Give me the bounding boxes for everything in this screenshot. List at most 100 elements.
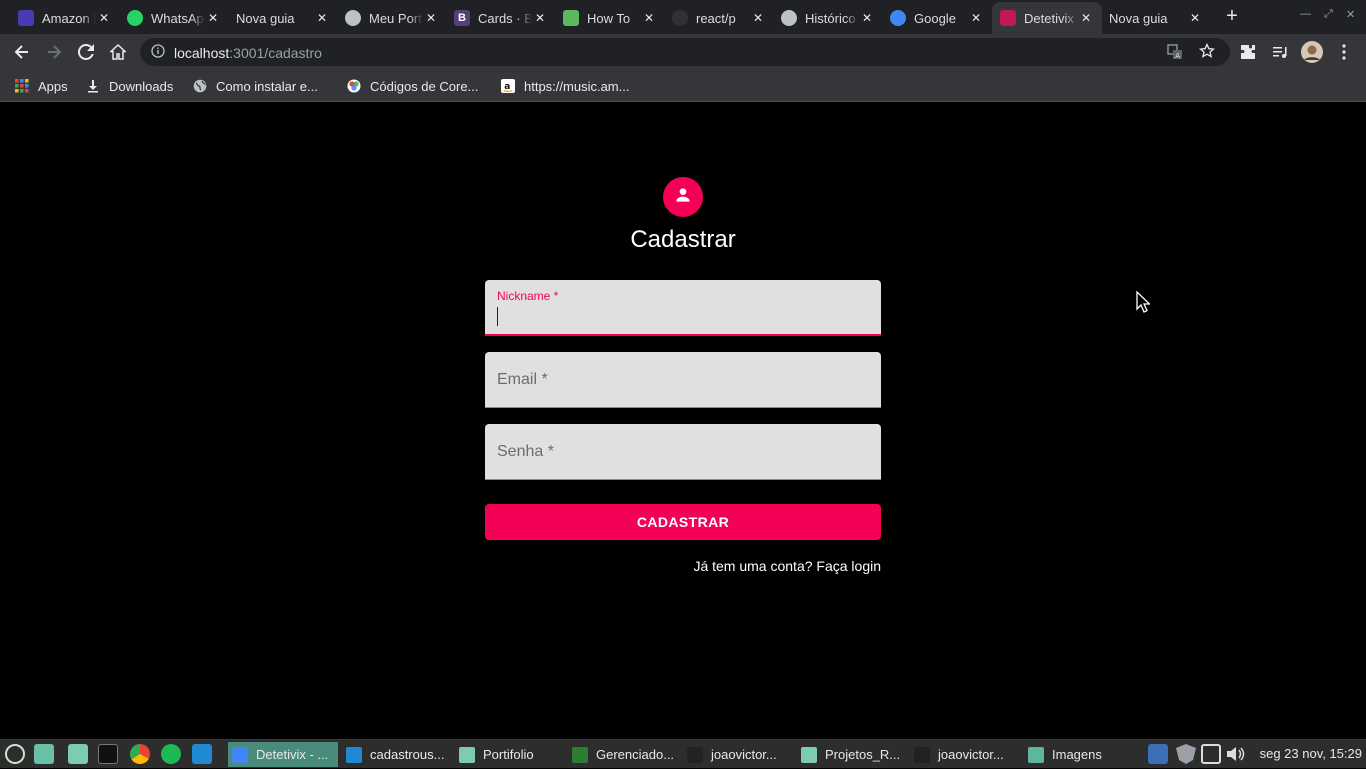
tab-title: Detetivix — [1024, 10, 1074, 26]
shield-icon[interactable] — [1176, 744, 1196, 764]
browser-menu-icon[interactable] — [1332, 40, 1356, 64]
taskbar-window[interactable]: Projetos_R... — [797, 742, 907, 767]
terminal-icon[interactable] — [98, 744, 118, 764]
tab-close-icon[interactable]: ✕ — [205, 11, 221, 25]
taskbar-window[interactable]: Portifolio — [455, 742, 565, 767]
taskbar-window[interactable]: Detetivix - ... — [228, 742, 338, 767]
browser-tab[interactable]: Detetivix ✕ — [992, 2, 1102, 34]
window-app-icon — [346, 746, 362, 763]
tab-close-icon[interactable]: ✕ — [314, 11, 330, 25]
taskbar-window[interactable]: Imagens — [1024, 742, 1114, 767]
download-icon — [85, 78, 101, 94]
tab-close-icon[interactable]: ✕ — [859, 11, 875, 25]
bookmark-label: https://music.am... — [524, 78, 630, 94]
taskbar-window[interactable]: joaovictor... — [910, 742, 1020, 767]
senha-field[interactable]: Senha * — [485, 424, 881, 480]
tab-close-icon[interactable]: ✕ — [1187, 11, 1203, 25]
forward-icon[interactable] — [42, 40, 66, 64]
tab-close-icon[interactable]: ✕ — [1078, 11, 1094, 25]
spotify-icon[interactable] — [161, 744, 181, 764]
vscode-icon[interactable] — [192, 744, 212, 764]
tab-close-icon[interactable]: ✕ — [423, 11, 439, 25]
site-info-icon[interactable] — [151, 44, 165, 63]
tab-favicon-icon — [1000, 10, 1016, 26]
tab-close-icon[interactable]: ✕ — [532, 11, 548, 25]
taskbar-window-label: Imagens — [1052, 747, 1102, 762]
home-icon[interactable] — [106, 40, 130, 64]
linux-mint-menu-icon[interactable] — [5, 744, 25, 764]
login-link[interactable]: Já tem uma conta? Faça login — [693, 558, 881, 574]
tab-close-icon[interactable]: ✕ — [750, 11, 766, 25]
browser-tab[interactable]: Amazon Music✕ — [10, 2, 120, 34]
nickname-field[interactable]: Nickname * — [485, 280, 881, 336]
window-app-icon — [232, 746, 248, 763]
window-app-icon — [914, 746, 930, 763]
taskbar-window[interactable]: Gerenciado... — [568, 742, 680, 767]
taskbar-window-label: Projetos_R... — [825, 747, 901, 762]
amazon-icon: a — [500, 78, 516, 94]
browser-tab[interactable]: How To ✕ — [555, 2, 665, 34]
address-bar[interactable]: localhost:3001/cadastro A — [140, 38, 1230, 66]
bookmark-label: Downloads — [109, 78, 174, 94]
browser-tab[interactable]: react/p ✕ — [664, 2, 774, 34]
window-app-icon — [459, 746, 475, 763]
new-tab-button[interactable]: + — [1222, 6, 1242, 26]
translate-icon[interactable]: A — [1167, 44, 1183, 65]
browser-tab[interactable]: Nova guia ✕ — [228, 2, 338, 34]
show-desktop-icon[interactable] — [34, 744, 54, 764]
tray-window-icon[interactable] — [1201, 744, 1221, 764]
tab-favicon-icon — [18, 10, 34, 26]
bookmark-apps[interactable]: Apps — [14, 77, 68, 95]
window-app-icon — [801, 746, 817, 763]
chrome-icon[interactable] — [130, 744, 150, 764]
tab-title: Cards · Bootstrap — [478, 10, 532, 26]
tab-title: react/p — [696, 10, 736, 26]
svg-text:A: A — [1175, 52, 1180, 60]
tab-close-icon[interactable]: ✕ — [96, 11, 112, 25]
taskbar-window[interactable]: joaovictor... — [683, 742, 793, 767]
tab-title: Google — [914, 10, 956, 26]
email-field[interactable]: Email * — [485, 352, 881, 408]
browser-tab-strip: Amazon Music✕WhatsApp✕Nova guia✕Meu Port… — [0, 0, 1366, 34]
tab-close-icon[interactable]: ✕ — [641, 11, 657, 25]
browser-tab[interactable]: Meu Portfolio✕ — [337, 2, 447, 34]
browser-tab[interactable]: Nova guia ✕ — [1101, 2, 1211, 34]
back-icon[interactable] — [10, 40, 34, 64]
bookmark-music-amazon[interactable]: a https://music.am... — [500, 77, 629, 95]
tab-title: How To — [587, 10, 631, 26]
extensions-icon[interactable] — [1236, 40, 1260, 64]
tab-favicon-icon — [563, 10, 579, 26]
browser-tab[interactable]: WhatsApp ✕ — [119, 2, 229, 34]
bookmark-codigos-de-cores[interactable]: Códigos de Core... — [346, 77, 478, 95]
tray-network-icon[interactable] — [1148, 744, 1168, 764]
cadastrar-button[interactable]: CADASTRAR — [485, 504, 881, 540]
media-control-icon[interactable] — [1268, 40, 1292, 64]
url-host: localhost — [174, 45, 230, 61]
minimize-icon[interactable]: — — [1300, 8, 1311, 20]
reload-icon[interactable] — [74, 40, 98, 64]
file-manager-icon[interactable] — [68, 744, 88, 764]
bookmarks-bar: Apps Downloads Como instalar e... Código… — [0, 70, 1366, 102]
profile-avatar[interactable] — [1300, 40, 1324, 64]
taskbar-window[interactable]: cadastrous... — [342, 742, 452, 767]
taskbar-window-label: Detetivix - ... — [256, 747, 329, 762]
browser-tab[interactable]: B Cards · Bootstrap✕ — [446, 2, 556, 34]
bookmark-como-instalar[interactable]: Como instalar e... — [192, 77, 318, 95]
mouse-pointer-icon — [1136, 290, 1152, 318]
tab-favicon-icon — [781, 10, 797, 26]
tab-title: Nova guia — [236, 10, 295, 26]
color-wheel-icon — [346, 78, 362, 94]
browser-tab[interactable]: Histórico ✕ — [773, 2, 883, 34]
globe-icon — [192, 78, 208, 94]
taskbar-window-label: Gerenciado... — [596, 747, 675, 762]
maximize-icon[interactable]: ⤢ — [1324, 8, 1333, 21]
page-content: Cadastrar Nickname * Email * Senha * CAD… — [0, 103, 1366, 739]
volume-icon[interactable] — [1225, 744, 1245, 764]
bookmark-downloads[interactable]: Downloads — [85, 77, 173, 95]
close-window-icon[interactable]: ✕ — [1346, 8, 1355, 21]
person-icon — [673, 185, 693, 210]
browser-tab[interactable]: Google ✕ — [882, 2, 992, 34]
text-caret — [497, 307, 498, 326]
tab-close-icon[interactable]: ✕ — [968, 11, 984, 25]
bookmark-star-icon[interactable] — [1198, 42, 1216, 64]
